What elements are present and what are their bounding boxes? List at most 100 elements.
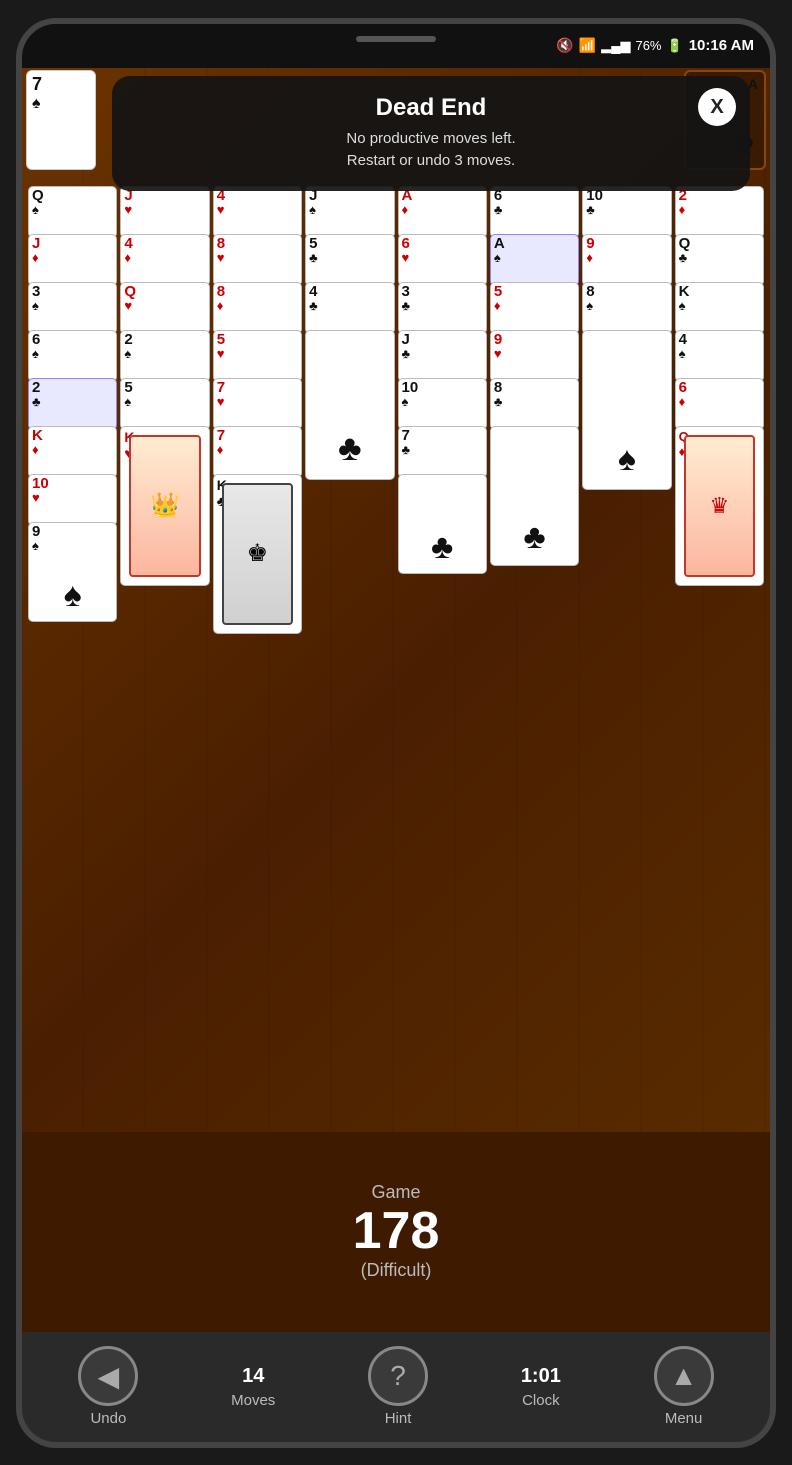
card-6-clubs[interactable]: 6 ♣ (490, 186, 579, 238)
card-a-spades[interactable]: A ♠ (490, 234, 579, 286)
game-label: Game (371, 1182, 420, 1203)
column-3: 4 ♥ 8 ♥ 8 ♦ 5 ♥ (213, 186, 302, 1134)
card-4-diamonds[interactable]: 4 ♦ (120, 234, 209, 286)
column-7: 10 ♣ 9 ♦ 8 ♠ ♠ (582, 186, 671, 1134)
dialog-message: No productive moves left. Restart or und… (346, 128, 515, 173)
column-5: A ♦ 6 ♥ 3 ♣ J ♣ (398, 186, 487, 1134)
card-3-spades[interactable]: 3 ♠ (28, 282, 117, 334)
card-k-hearts[interactable]: K♥ 👑 (120, 426, 209, 586)
clock-label: Clock (522, 1392, 560, 1409)
card-7-clubs-a[interactable]: 7 ♣ (398, 426, 487, 478)
close-button[interactable]: X (698, 88, 736, 126)
card-q-diamonds[interactable]: Q♦ ♛ (675, 426, 764, 586)
battery-icon: 🔋 (667, 38, 683, 54)
card-q-spades[interactable]: Q ♠ (28, 186, 117, 238)
card-5-clubs[interactable]: 5 ♣ (305, 234, 394, 286)
card-2-clubs[interactable]: 2 ♣ (28, 378, 117, 430)
column-2: J ♥ 4 ♦ Q ♥ 2 ♠ (120, 186, 209, 1134)
card-7-hearts[interactable]: 7 ♥ (213, 378, 302, 430)
card-9-diamonds[interactable]: 9 ♦ (582, 234, 671, 286)
wifi-icon: 📶 (579, 37, 596, 54)
status-time: 10:16 AM (689, 37, 754, 54)
column-1: Q ♠ J ♦ 3 ♠ 6 ♠ (28, 186, 117, 1134)
card-2-spades[interactable]: 2 ♠ (120, 330, 209, 382)
card-j-hearts[interactable]: J ♥ (120, 186, 209, 238)
card-5-diamonds[interactable]: 5 ♦ (490, 282, 579, 334)
column-6: 6 ♣ A ♠ 5 ♦ 9 ♥ (490, 186, 579, 1134)
card-4-hearts[interactable]: 4 ♥ (213, 186, 302, 238)
card-q-clubs[interactable]: Q ♣ (675, 234, 764, 286)
status-bar: 🔇 📶 ▂▄▆ 76% 🔋 10:16 AM (22, 24, 770, 68)
column-8: 2 ♦ Q ♣ K ♠ 4 ♠ (675, 186, 764, 1134)
card-6-hearts[interactable]: 6 ♥ (398, 234, 487, 286)
menu-circle[interactable]: ▲ (654, 1346, 714, 1406)
toolbar: ◀ Undo 14 Moves ? Hint 1:01 Clock ▲ Menu (22, 1332, 770, 1442)
status-icons: 🔇 📶 ▂▄▆ 76% 🔋 (556, 37, 682, 54)
menu-button[interactable]: ▲ Menu (654, 1346, 714, 1427)
top-left-card: 7 ♠ (26, 70, 96, 170)
card-10-spades[interactable]: 10 ♠ (398, 378, 487, 430)
spade-big-icon: ♠ (64, 576, 82, 615)
card-4-clubs[interactable]: 4 ♣ (305, 282, 394, 334)
hint-circle[interactable]: ? (368, 1346, 428, 1406)
card-3-clubs[interactable]: 3 ♣ (398, 282, 487, 334)
column-4: J ♠ 5 ♣ 4 ♣ ♣ (305, 186, 394, 1134)
card-j-spades[interactable]: J ♠ (305, 186, 394, 238)
card-7-clubs-b[interactable]: ♣ (398, 474, 487, 574)
card-8-diamonds[interactable]: 8 ♦ (213, 282, 302, 334)
hint-button[interactable]: ? Hint (368, 1346, 428, 1427)
card-8-clubs[interactable]: 8 ♣ (490, 378, 579, 430)
card-k-spades[interactable]: K ♠ (675, 282, 764, 334)
game-number: 178 (353, 1203, 440, 1260)
card-9-hearts[interactable]: 9 ♥ (490, 330, 579, 382)
card-k-clubs[interactable]: K♣ ♚ (213, 474, 302, 634)
card-5-spades[interactable]: 5 ♠ (120, 378, 209, 430)
close-icon: X (710, 97, 723, 117)
clock-display: 1:01 Clock (521, 1365, 561, 1409)
phone-frame: 🔇 📶 ▂▄▆ 76% 🔋 10:16 AM Dead End No produ… (16, 18, 776, 1448)
card-spades-face[interactable]: ♠ (582, 330, 671, 490)
card-j-clubs[interactable]: J ♣ (398, 330, 487, 382)
speaker-grill (356, 36, 436, 42)
moves-count: 14 (242, 1365, 264, 1388)
dead-end-dialog: Dead End No productive moves left. Resta… (112, 76, 750, 191)
top-left-rank: 7 (32, 74, 90, 95)
game-info-panel: Game 178 (Difficult) (22, 1132, 770, 1332)
card-9-spades[interactable]: 9 ♠ ♠ (28, 522, 117, 622)
card-6-spades[interactable]: 6 ♠ (28, 330, 117, 382)
tableau-area: Q ♠ J ♦ 3 ♠ 6 ♠ (28, 186, 764, 1134)
undo-label: Undo (90, 1410, 126, 1427)
card-k-diamonds[interactable]: K ♦ (28, 426, 117, 478)
card-a-diamonds[interactable]: A ♦ (398, 186, 487, 238)
card-4-spades[interactable]: 4 ♠ (675, 330, 764, 382)
dialog-title: Dead End (376, 94, 487, 122)
menu-label: Menu (665, 1410, 703, 1427)
moves-display: 14 Moves (231, 1365, 275, 1409)
clock-value: 1:01 (521, 1365, 561, 1388)
card-q-hearts[interactable]: Q ♥ (120, 282, 209, 334)
card-8-clubs-b[interactable]: ♣ (490, 426, 579, 566)
card-2-diamonds[interactable]: 2 ♦ (675, 186, 764, 238)
card-clubs-face[interactable]: ♣ (305, 330, 394, 480)
menu-icon: ▲ (670, 1360, 698, 1392)
hint-icon: ? (390, 1360, 406, 1392)
game-area: Dead End No productive moves left. Resta… (22, 68, 770, 1332)
undo-icon: ◀ (98, 1360, 120, 1393)
moves-label: Moves (231, 1392, 275, 1409)
card-10-hearts[interactable]: 10 ♥ (28, 474, 117, 526)
mute-icon: 🔇 (556, 37, 573, 54)
card-8-spades[interactable]: 8 ♠ (582, 282, 671, 334)
top-left-suit: ♠ (32, 95, 90, 113)
undo-circle[interactable]: ◀ (78, 1346, 138, 1406)
card-6-diamonds[interactable]: 6 ♦ (675, 378, 764, 430)
card-7-diamonds[interactable]: 7 ♦ (213, 426, 302, 478)
battery-level: 76% (635, 38, 661, 53)
card-5-hearts[interactable]: 5 ♥ (213, 330, 302, 382)
hint-label: Hint (385, 1410, 412, 1427)
undo-button[interactable]: ◀ Undo (78, 1346, 138, 1427)
card-8-hearts[interactable]: 8 ♥ (213, 234, 302, 286)
signal-icon: ▂▄▆ (601, 38, 630, 54)
game-difficulty: (Difficult) (361, 1260, 432, 1281)
card-10-clubs[interactable]: 10 ♣ (582, 186, 671, 238)
card-j-diamonds[interactable]: J ♦ (28, 234, 117, 286)
